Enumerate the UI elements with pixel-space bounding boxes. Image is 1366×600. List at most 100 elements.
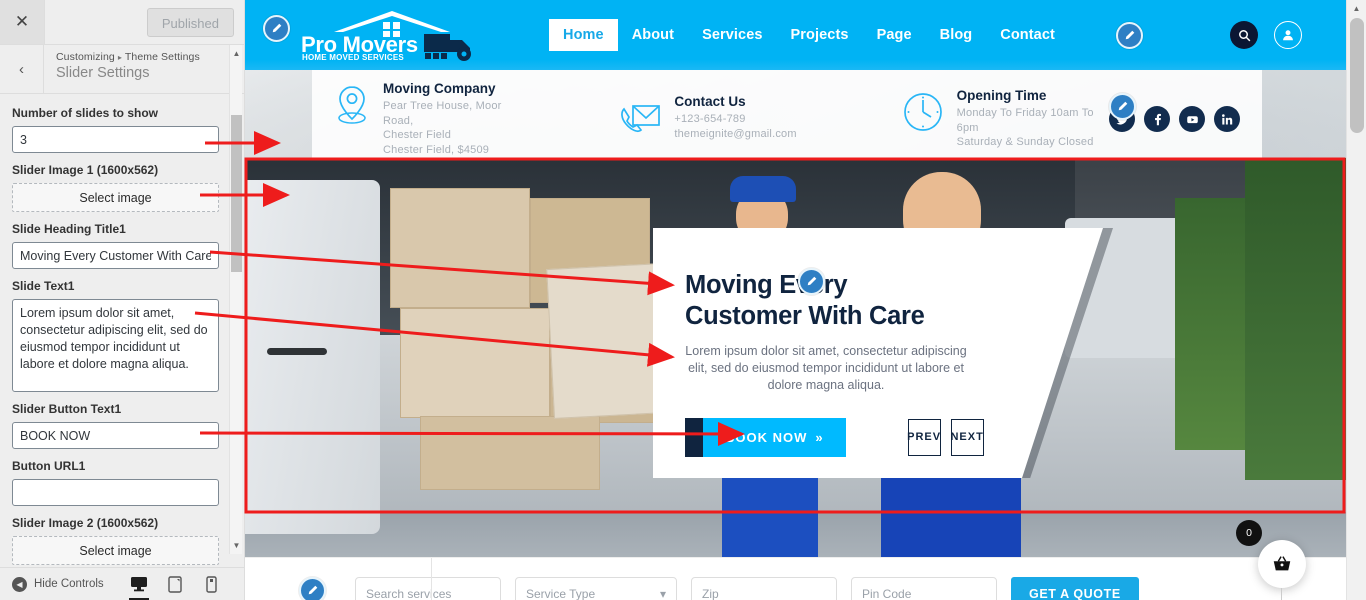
book-now-label: BOOK NOW bbox=[725, 430, 808, 445]
customizer-footer: ◀ Hide Controls bbox=[0, 567, 244, 600]
info-text-company: Moving Company Pear Tree House, Moor Roa… bbox=[383, 81, 526, 157]
publish-button[interactable]: Published bbox=[146, 7, 234, 37]
tablet-icon bbox=[168, 575, 182, 593]
hide-controls-button[interactable]: ◀ Hide Controls bbox=[6, 576, 104, 592]
back-button[interactable]: ‹ bbox=[0, 45, 44, 93]
contact-info-strip: Moving Company Pear Tree House, Moor Roa… bbox=[245, 70, 1346, 158]
preview-scroll-up-icon[interactable]: ▲ bbox=[1347, 0, 1366, 17]
info-text-opening: Opening Time Monday To Friday 10am To 6p… bbox=[957, 88, 1109, 150]
nav-item-contact[interactable]: Contact bbox=[986, 19, 1069, 51]
device-mobile-button[interactable] bbox=[198, 571, 224, 597]
pencil-icon[interactable] bbox=[798, 268, 825, 295]
slide-text-1-textarea[interactable] bbox=[12, 299, 219, 392]
quote-field-zip[interactable]: Zip bbox=[691, 577, 837, 600]
linkedin-link[interactable] bbox=[1214, 106, 1240, 132]
label-button-url-1: Button URL1 bbox=[12, 459, 86, 473]
slider-next-button[interactable]: NEXT bbox=[950, 419, 984, 456]
search-button[interactable] bbox=[1230, 21, 1258, 49]
quote-field-search[interactable]: Search services bbox=[355, 577, 501, 600]
customizer-sidebar: ✕ Published ‹ Customizing ▸ Theme Settin… bbox=[0, 0, 245, 600]
quote-field-search-label: Search services bbox=[366, 587, 452, 600]
nav-item-page[interactable]: Page bbox=[863, 19, 926, 51]
quote-bar-shortcut[interactable] bbox=[299, 577, 326, 600]
youtube-link[interactable] bbox=[1179, 106, 1205, 132]
preview-scrollbar-thumb[interactable] bbox=[1350, 18, 1364, 133]
info-item-opening: Opening Time Monday To Friday 10am To 6p… bbox=[902, 88, 1109, 150]
clock-icon bbox=[902, 91, 944, 138]
info-line: Monday To Friday 10am To 6pm bbox=[956, 107, 1094, 134]
linkedin-icon bbox=[1221, 113, 1232, 125]
customizer-header: ✕ Published bbox=[0, 0, 244, 45]
cart-button[interactable] bbox=[1258, 540, 1306, 588]
info-line: Pear Tree House, Moor Road, bbox=[383, 100, 502, 127]
select-image-2-button[interactable]: Select image bbox=[12, 536, 219, 565]
info-text-contact: Contact Us +123-654-789 themeignite@gmai… bbox=[674, 94, 796, 141]
pencil-icon[interactable] bbox=[299, 577, 326, 600]
get-a-quote-button[interactable]: GET A QUOTE bbox=[1011, 577, 1139, 600]
collapse-icon: ◀ bbox=[12, 576, 27, 592]
customizer-scrollbar[interactable]: ▲ ▼ bbox=[229, 45, 242, 554]
cart-stem bbox=[1281, 588, 1282, 600]
chevron-down-icon: ▾ bbox=[659, 587, 666, 600]
nav-item-blog[interactable]: Blog bbox=[926, 19, 987, 51]
quote-field-service-type-label: Service Type bbox=[526, 587, 596, 600]
edit-slide-heading-shortcut[interactable] bbox=[798, 268, 825, 295]
label-slider-image-1: Slider Image 1 (1600x562) bbox=[12, 163, 159, 177]
quote-field-pin-code[interactable]: Pin Code bbox=[851, 577, 997, 600]
preview-scrollbar[interactable]: ▲ bbox=[1346, 0, 1366, 600]
select-image-1-button[interactable]: Select image bbox=[12, 183, 219, 212]
label-slide-text-1: Slide Text1 bbox=[12, 279, 75, 293]
panel-title-bar: ‹ Customizing ▸ Theme Settings Slider Se… bbox=[0, 45, 244, 94]
slide-description: Lorem ipsum dolor sit amet, consectetur … bbox=[685, 344, 967, 392]
slide-heading-1-input[interactable] bbox=[12, 242, 219, 269]
button-url-1-input[interactable] bbox=[12, 479, 219, 506]
account-button[interactable] bbox=[1274, 21, 1302, 49]
close-icon: ✕ bbox=[14, 12, 30, 31]
nav-item-services[interactable]: Services bbox=[688, 19, 776, 51]
chevron-left-icon: ‹ bbox=[19, 60, 24, 78]
pencil-icon[interactable] bbox=[263, 15, 290, 42]
nav-item-projects[interactable]: Projects bbox=[777, 19, 863, 51]
facebook-icon bbox=[1154, 113, 1161, 125]
slider-button-text-1-input[interactable] bbox=[12, 422, 219, 449]
page-title: Slider Settings bbox=[56, 65, 150, 81]
quote-field-pin-code-label: Pin Code bbox=[862, 587, 912, 600]
site-preview-frame: Pro Movers HOME MOVED SERVICES Home Abou… bbox=[245, 0, 1366, 600]
site-logo[interactable]: Pro Movers HOME MOVED SERVICES bbox=[263, 8, 476, 62]
youtube-icon bbox=[1186, 115, 1198, 123]
nav-item-home[interactable]: Home bbox=[549, 19, 618, 51]
breadcrumb: Customizing ▸ Theme Settings bbox=[56, 51, 200, 63]
nav-item-about[interactable]: About bbox=[618, 19, 688, 51]
scrollbar-thumb[interactable] bbox=[231, 115, 242, 272]
slider-nav-buttons: PREV NEXT bbox=[907, 419, 984, 456]
info-item-contact: Contact Us +123-654-789 themeignite@gmai… bbox=[619, 94, 797, 144]
device-preview-switcher bbox=[126, 571, 238, 600]
close-customizer-button[interactable]: ✕ bbox=[0, 0, 45, 44]
info-line: themeignite@gmail.com bbox=[674, 127, 797, 140]
pencil-icon[interactable] bbox=[1109, 93, 1136, 120]
scroll-up-arrow-icon[interactable]: ▲ bbox=[230, 47, 243, 60]
edit-logo-shortcut[interactable] bbox=[263, 15, 290, 42]
info-title-opening: Opening Time bbox=[956, 88, 1047, 104]
double-chevron-right-icon: » bbox=[815, 430, 824, 445]
info-title-company: Moving Company bbox=[383, 81, 496, 96]
quote-field-service-type[interactable]: Service Type ▾ bbox=[515, 577, 677, 600]
edit-opening-time-shortcut[interactable] bbox=[1109, 93, 1136, 120]
device-desktop-button[interactable] bbox=[126, 571, 152, 600]
logo-mark: Pro Movers HOME MOVED SERVICES bbox=[301, 8, 476, 62]
quote-bar-divider bbox=[431, 558, 432, 600]
pencil-icon[interactable] bbox=[1115, 21, 1143, 49]
slider-prev-button[interactable]: PREV bbox=[907, 419, 941, 456]
facebook-link[interactable] bbox=[1144, 106, 1170, 132]
device-tablet-button[interactable] bbox=[162, 571, 188, 597]
scroll-down-arrow-icon[interactable]: ▼ bbox=[230, 539, 243, 552]
edit-menu-shortcut[interactable] bbox=[1115, 21, 1143, 49]
book-now-button[interactable]: BOOK NOW » bbox=[685, 418, 846, 457]
logo-tagline: HOME MOVED SERVICES bbox=[302, 53, 404, 62]
shopping-basket-icon bbox=[1273, 556, 1291, 571]
slides-count-input[interactable] bbox=[12, 126, 219, 153]
search-icon bbox=[1238, 29, 1250, 41]
header-actions bbox=[1230, 21, 1318, 49]
hide-controls-label: Hide Controls bbox=[34, 578, 104, 590]
label-slider-button-text-1: Slider Button Text1 bbox=[12, 402, 122, 416]
